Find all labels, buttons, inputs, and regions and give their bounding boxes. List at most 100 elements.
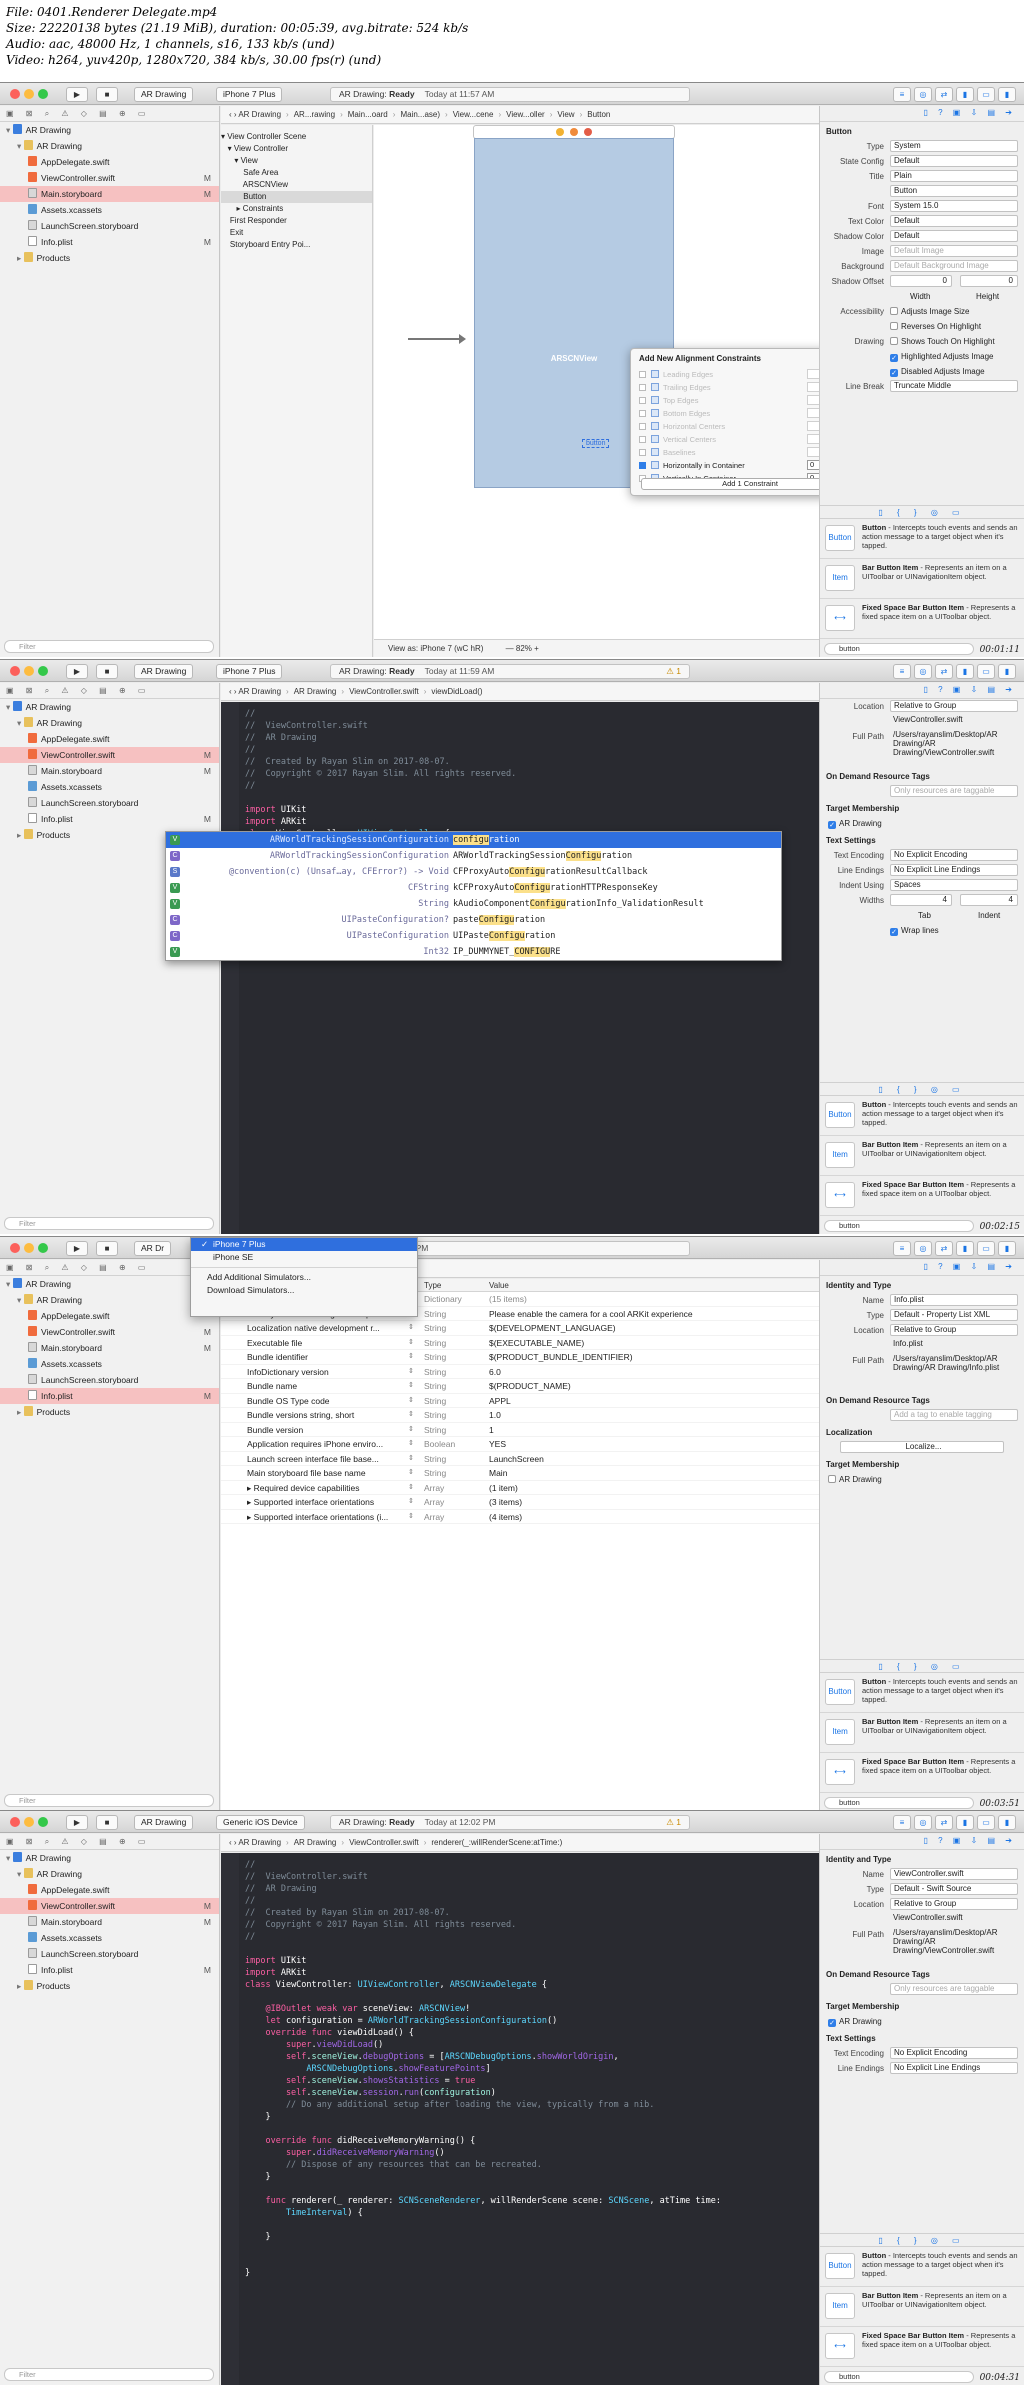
close-button[interactable] bbox=[10, 1817, 20, 1827]
navigator-filter[interactable]: Filter bbox=[4, 1217, 214, 1230]
plist-row[interactable]: Bundle name ⇕ String $(PRODUCT_NAME) bbox=[221, 1379, 819, 1394]
disclosure-arrow[interactable]: ▸ bbox=[17, 253, 24, 263]
code-line[interactable]: import ARKit bbox=[245, 1967, 819, 1979]
navigator-tabs[interactable]: ▣ ⊠ ⌕ ⚠ ◇ ▤ ⊕ ▭ bbox=[0, 106, 219, 122]
simulator-menu-item[interactable]: Add Additional Simulators... bbox=[191, 1271, 417, 1284]
navigator-item[interactable]: ViewController.swift M bbox=[0, 170, 219, 186]
check-label[interactable]: Reverses On Highlight bbox=[890, 319, 981, 334]
plist-type[interactable]: Boolean bbox=[424, 1437, 455, 1452]
close-button[interactable] bbox=[10, 1243, 20, 1253]
library-search[interactable]: button bbox=[824, 1797, 974, 1809]
stepper-icon[interactable]: ⇕ bbox=[408, 1350, 414, 1365]
library-search[interactable]: button bbox=[824, 2371, 974, 2383]
stepper-icon[interactable]: ⇕ bbox=[408, 1437, 414, 1452]
code-line[interactable]: ARSCNDebugOptions.showFeaturePoints] bbox=[245, 2063, 819, 2075]
checkbox[interactable]: ✓ bbox=[890, 354, 898, 362]
disclosure-arrow[interactable]: ▾ bbox=[17, 141, 24, 151]
plist-key[interactable]: Localization native development r... bbox=[247, 1321, 417, 1336]
simulator-menu-item[interactable]: iPhone SE bbox=[191, 1251, 417, 1264]
checkbox[interactable] bbox=[890, 322, 898, 330]
shadow-height-value[interactable]: 0 bbox=[960, 275, 1018, 287]
navigator-toggle-button[interactable]: ▮ bbox=[956, 1815, 974, 1830]
device-selector[interactable]: iPhone 7 Plus bbox=[216, 87, 283, 102]
code-line[interactable]: self.sceneView.session.run(configuration… bbox=[245, 2087, 819, 2099]
disclosure-arrow[interactable]: ▸ bbox=[17, 830, 24, 840]
navigator-item[interactable]: Assets.xcassets bbox=[0, 202, 219, 218]
plist-key[interactable]: Bundle version bbox=[247, 1423, 417, 1438]
tab-width[interactable]: 4 bbox=[890, 894, 952, 906]
code-line[interactable]: // bbox=[245, 744, 819, 756]
minimize-button[interactable] bbox=[24, 89, 34, 99]
minimize-button[interactable] bbox=[24, 666, 34, 676]
debug-toggle-button[interactable]: ▭ bbox=[977, 87, 995, 102]
button-selected[interactable]: button bbox=[582, 439, 610, 448]
plist-key[interactable]: ▸ Supported interface orientations bbox=[247, 1495, 417, 1510]
indent-width[interactable]: 4 bbox=[960, 894, 1018, 906]
checkbox[interactable] bbox=[890, 337, 898, 345]
breadcrumb-item[interactable]: View...oller bbox=[506, 110, 545, 119]
plist-type[interactable]: String bbox=[424, 1321, 446, 1336]
outline-item[interactable]: First Responder bbox=[221, 215, 372, 227]
code-line[interactable]: import ARKit bbox=[245, 816, 819, 828]
inspector-value[interactable]: No Explicit Line Endings bbox=[890, 864, 1018, 876]
version-editor-button[interactable]: ⇄ bbox=[935, 664, 953, 679]
plist-row[interactable]: Application requires iPhone enviro... ⇕ Bo… bbox=[221, 1437, 819, 1452]
outline-item[interactable]: Button bbox=[221, 191, 372, 203]
navigator-item[interactable]: ▸ Products bbox=[0, 1978, 219, 1994]
breadcrumb-item[interactable]: viewDidLoad() bbox=[431, 687, 482, 696]
checkbox[interactable]: ✓ bbox=[890, 928, 898, 936]
code-line[interactable]: // Copyright © 2017 Rayan Slim. All righ… bbox=[245, 1919, 819, 1931]
exit-icon[interactable] bbox=[584, 128, 592, 136]
standard-editor-button[interactable]: ≡ bbox=[893, 664, 911, 679]
navigator-toggle-button[interactable]: ▮ bbox=[956, 664, 974, 679]
navigator-item[interactable]: ViewController.swift M bbox=[0, 1324, 219, 1340]
run-button[interactable]: ▶ bbox=[66, 664, 88, 679]
standard-editor-button[interactable]: ≡ bbox=[893, 87, 911, 102]
close-button[interactable] bbox=[10, 666, 20, 676]
navigator-item[interactable]: Assets.xcassets bbox=[0, 779, 219, 795]
disclosure-arrow[interactable]: ▾ bbox=[17, 1869, 24, 1879]
navigator-item[interactable]: ▾ AR Drawing bbox=[0, 1850, 219, 1866]
plist-value[interactable]: APPL bbox=[489, 1394, 511, 1409]
breadcrumb-item[interactable]: Button bbox=[587, 110, 610, 119]
stepper-icon[interactable]: ⇕ bbox=[408, 1321, 414, 1336]
zoom-button[interactable] bbox=[38, 89, 48, 99]
plist-row[interactable]: Main storyboard file base name ⇕ String Mai… bbox=[221, 1466, 819, 1481]
inspector-value[interactable]: Button bbox=[890, 185, 1018, 197]
code-line[interactable]: // Copyright © 2017 Rayan Slim. All righ… bbox=[245, 768, 819, 780]
standard-editor-button[interactable]: ≡ bbox=[893, 1815, 911, 1830]
library-item[interactable]: Button Button - Intercepts touch events a… bbox=[820, 1096, 1024, 1136]
checkbox[interactable]: ✓ bbox=[828, 821, 836, 829]
plist-row[interactable]: Localization native development r... ⇕ Str… bbox=[221, 1321, 819, 1336]
plist-row[interactable]: Bundle version ⇕ String 1 bbox=[221, 1423, 819, 1438]
stepper-icon[interactable]: ⇕ bbox=[408, 1510, 414, 1525]
plist-row[interactable]: Bundle identifier ⇕ String $(PRODUCT_BUNDLE… bbox=[221, 1350, 819, 1365]
code-line[interactable]: // bbox=[245, 1895, 819, 1907]
assistant-editor-button[interactable]: ◎ bbox=[914, 1241, 932, 1256]
code-line[interactable]: // bbox=[245, 1931, 819, 1943]
inspector-check-row[interactable]: ✓ Highlighted Adjusts Image bbox=[820, 349, 1024, 364]
plist-value[interactable]: Main bbox=[489, 1466, 507, 1481]
plist-key[interactable]: Main storyboard file base name bbox=[247, 1466, 417, 1481]
autocomplete-item[interactable]: V Int32 IP_DUMMYNET_CONFIGURE bbox=[166, 944, 781, 960]
check-label[interactable]: Shows Touch On Highlight bbox=[890, 334, 995, 349]
code-line[interactable]: func renderer(_ renderer: SCNSceneRender… bbox=[245, 2195, 819, 2207]
plist-type[interactable]: String bbox=[424, 1423, 446, 1438]
library-item[interactable]: Item Bar Button Item - Represents an item… bbox=[820, 1713, 1024, 1753]
plist-row[interactable]: Bundle OS Type code ⇕ String APPL bbox=[221, 1394, 819, 1409]
disclosure-arrow[interactable]: ▸ bbox=[17, 1407, 24, 1417]
navigator-item[interactable]: Info.plist M bbox=[0, 1962, 219, 1978]
code-line[interactable]: import UIKit bbox=[245, 1955, 819, 1967]
autocomplete-item[interactable]: V String kAudioComponentConfigurationInfo_… bbox=[166, 896, 781, 912]
disclosure-arrow[interactable]: ▾ bbox=[6, 1853, 13, 1863]
breadcrumb-item[interactable]: AR Drawing bbox=[238, 1838, 281, 1847]
stepper-icon[interactable]: ⇕ bbox=[408, 1379, 414, 1394]
inspector-value[interactable]: Default bbox=[890, 215, 1018, 227]
navigator-item[interactable]: ViewController.swift M bbox=[0, 747, 219, 763]
code-line[interactable] bbox=[245, 2219, 819, 2231]
breadcrumb-item[interactable]: AR Drawing bbox=[294, 687, 337, 696]
plist-key[interactable]: Bundle OS Type code bbox=[247, 1394, 417, 1409]
inspector-toggle-button[interactable]: ▮ bbox=[998, 1815, 1016, 1830]
navigator-item[interactable]: LaunchScreen.storyboard bbox=[0, 1372, 219, 1388]
autocomplete-item[interactable]: V ARWorldTrackingSessionConfiguration conf… bbox=[166, 832, 781, 848]
